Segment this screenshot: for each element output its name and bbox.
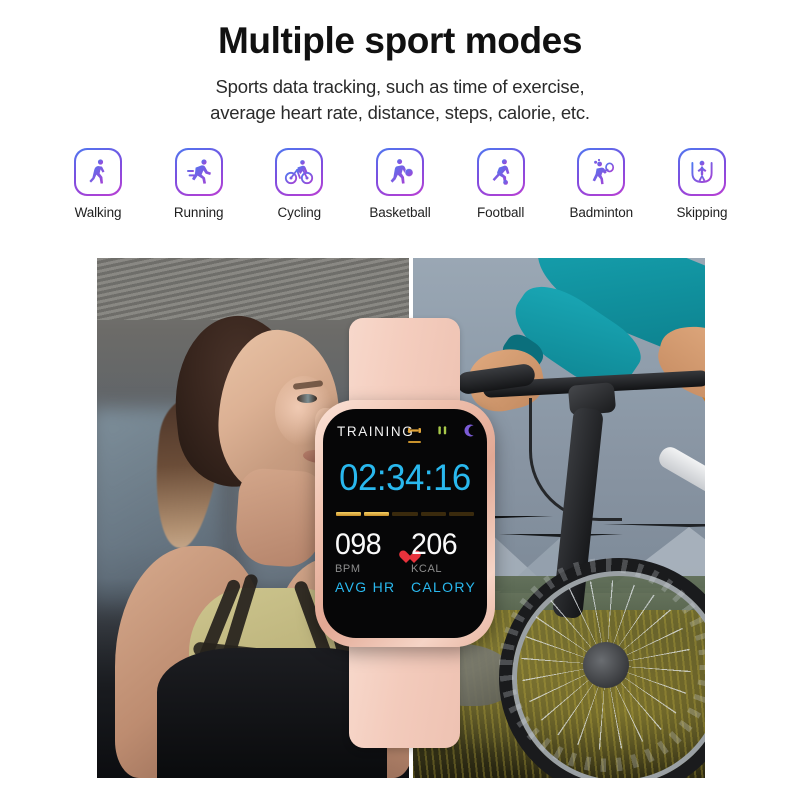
stat-value: 206 (411, 528, 458, 561)
moon-icon[interactable] (463, 423, 478, 438)
stat-unit: BPM (335, 563, 361, 575)
progress-segment (420, 512, 446, 516)
basketball-icon (390, 159, 414, 184)
sport-mode-label: Basketball (369, 205, 431, 220)
badminton-icon (592, 158, 615, 185)
shoes-icon[interactable] (435, 423, 450, 438)
product-feature-page: Multiple sport modes Sports data trackin… (0, 0, 800, 800)
sport-mode-label: Badminton (569, 205, 634, 220)
screen-status-icons (407, 423, 478, 443)
sport-mode-label: Running (173, 205, 224, 220)
stat-label: CALORY (411, 579, 477, 595)
sport-mode-basketball[interactable]: Basketball (350, 148, 450, 220)
skipping-icon (691, 160, 713, 183)
football-icon (492, 159, 510, 185)
sport-mode-label: Skipping (676, 205, 728, 220)
stat-calory: 206 KCAL CALORY (411, 528, 483, 596)
basketball-tile[interactable] (376, 148, 424, 196)
stat-unit: KCAL (411, 563, 443, 575)
sport-mode-label: Cycling (277, 205, 322, 220)
training-stats: 098 BPM AVG HR 206 KCAL CALORY (323, 529, 487, 629)
skipping-tile[interactable] (678, 148, 726, 196)
watch-screen[interactable]: TRAINING 02:34:16 098 BPM AVG HR 206 KCA… (323, 409, 487, 638)
sport-mode-running[interactable]: Running (149, 148, 249, 220)
screen-title: TRAINING (337, 424, 415, 439)
walking-tile[interactable] (74, 148, 122, 196)
cycling-tile[interactable] (275, 148, 323, 196)
football-tile[interactable] (477, 148, 525, 196)
progress-segment (392, 512, 418, 516)
stat-value: 098 (335, 528, 382, 561)
cycling-icon (285, 160, 314, 185)
sport-mode-label: Walking (74, 205, 122, 220)
progress-segment (364, 512, 390, 516)
running-tile[interactable] (175, 148, 223, 196)
training-timer: 02:34:16 (339, 457, 471, 498)
sport-mode-cycling[interactable]: Cycling (249, 148, 349, 220)
page-title: Multiple sport modes (217, 20, 583, 61)
sport-mode-football[interactable]: Football (451, 148, 551, 220)
sport-mode-skipping[interactable]: Skipping (652, 148, 752, 220)
sport-modes-list: Walking Running Cycling Basketball Footb… (48, 148, 752, 240)
walking-icon (89, 159, 105, 184)
running-icon (186, 159, 211, 184)
sport-mode-badminton[interactable]: Badminton (551, 148, 651, 220)
subtitle-line-2: average heart rate, distance, steps, cal… (210, 102, 590, 123)
stat-avg-hr: 098 BPM AVG HR (335, 528, 407, 596)
progress-segments (336, 512, 475, 516)
progress-segment (448, 512, 475, 516)
sport-mode-walking[interactable]: Walking (48, 148, 148, 220)
page-subtitle: Sports data tracking, such as time of ex… (0, 74, 800, 126)
badminton-tile[interactable] (577, 148, 625, 196)
dumbbell-icon[interactable] (407, 423, 422, 443)
progress-segment (336, 512, 362, 516)
stat-label: AVG HR (335, 579, 396, 595)
subtitle-line-1: Sports data tracking, such as time of ex… (215, 76, 585, 97)
sport-mode-label: Football (477, 205, 525, 220)
